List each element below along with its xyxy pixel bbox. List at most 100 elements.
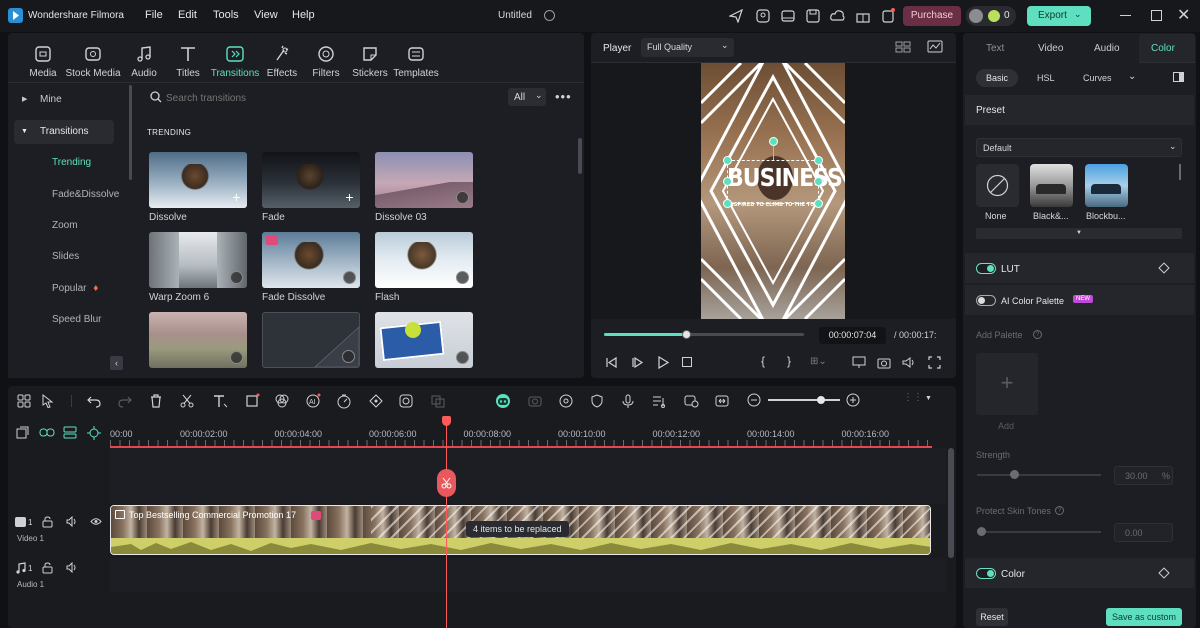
transition-thumb-dissolve[interactable]: + (149, 152, 247, 208)
microphone-icon[interactable] (620, 393, 638, 409)
split-screen-icon[interactable] (430, 393, 448, 409)
menu-view[interactable]: View (254, 9, 278, 21)
transition-thumb-flash[interactable] (375, 232, 473, 288)
sidebar-item-slides[interactable]: Slides (14, 245, 114, 269)
snapshot-icon[interactable] (877, 356, 891, 369)
download-icon[interactable] (456, 191, 469, 204)
help-icon[interactable]: ? (1055, 506, 1064, 515)
menu-tools[interactable]: Tools (213, 9, 239, 21)
sidebar-item-zoom[interactable]: Zoom (14, 214, 114, 238)
purchase-button[interactable]: Purchase (903, 6, 961, 26)
text-tool-icon[interactable] (212, 393, 230, 409)
ai-tool-icon[interactable]: AI (305, 393, 323, 409)
transition-thumb-blur[interactable] (149, 312, 247, 368)
video-track-audio-icon[interactable] (66, 516, 78, 527)
browser-scrollbar[interactable] (578, 138, 582, 174)
layout-grid-icon[interactable] (16, 393, 34, 409)
sidebar-scrollbar[interactable] (129, 85, 132, 180)
download-icon[interactable] (230, 351, 243, 364)
scopes-icon[interactable] (927, 40, 943, 53)
color-match-icon[interactable] (274, 393, 292, 409)
filter-dropdown[interactable]: All ⌄ (508, 88, 546, 106)
prev-frame-icon[interactable] (605, 356, 618, 369)
help-icon[interactable]: ? (1033, 330, 1042, 339)
next-frame-icon[interactable] (631, 356, 644, 369)
ai-copilot-icon[interactable] (494, 393, 512, 409)
gift-icon[interactable] (856, 9, 870, 23)
playhead-line[interactable] (446, 418, 447, 628)
transition-thumb-fade-dissolve[interactable] (262, 232, 360, 288)
view-options-chevron-icon[interactable]: ▼ (925, 395, 932, 402)
protect-skin-slider[interactable] (977, 527, 1101, 536)
scrubber-track[interactable] (604, 330, 804, 339)
restore-icon[interactable] (1151, 10, 1162, 21)
mark-out-icon[interactable]: } (787, 354, 791, 368)
fullscreen-icon[interactable] (928, 356, 941, 369)
tab-templates[interactable]: Templates (387, 44, 445, 79)
transition-thumb-warp-zoom-6[interactable] (149, 232, 247, 288)
account-pill[interactable]: 0 (966, 6, 1016, 26)
rotate-handle[interactable] (769, 137, 778, 146)
strength-slider[interactable] (977, 470, 1101, 479)
quality-dropdown[interactable]: Full Quality ⌄ (641, 38, 734, 57)
subtab-curves[interactable]: Curves (1083, 73, 1112, 83)
download-icon[interactable] (456, 351, 469, 364)
download-icon[interactable] (342, 350, 355, 363)
collapse-sidebar-button[interactable]: ‹ (110, 356, 123, 370)
protect-skin-value-field[interactable]: 0.00 (1114, 523, 1173, 542)
layout-icon[interactable] (781, 9, 795, 23)
protect-skin-slider-knob[interactable] (977, 527, 986, 536)
smart-cutout-icon[interactable] (398, 393, 416, 409)
playhead-handle[interactable] (442, 416, 451, 426)
transition-thumb-photo-flip[interactable] (375, 312, 473, 368)
fit-timeline-icon[interactable] (714, 393, 732, 409)
keyframe-icon[interactable] (368, 393, 386, 409)
subtitle-text[interactable]: INSPIRED TO CLIMB TO THE TOP (727, 202, 819, 208)
menu-file[interactable]: File (145, 9, 163, 21)
view-options-icon[interactable]: ⋮⋮ (903, 392, 923, 403)
preset-none[interactable] (976, 164, 1019, 207)
tab-text[interactable]: Text (986, 43, 1004, 54)
sidebar-item-mine[interactable]: ▶ Mine (14, 88, 114, 112)
redo-icon[interactable] (117, 393, 135, 409)
link-icon[interactable] (39, 427, 55, 438)
add-track-icon[interactable] (16, 426, 30, 439)
transition-thumb-fade[interactable]: + (262, 152, 360, 208)
notification-icon[interactable] (881, 8, 895, 23)
volume-icon[interactable] (902, 356, 916, 369)
crop-icon[interactable] (244, 393, 262, 409)
play-icon[interactable] (657, 356, 669, 369)
subtab-hsl[interactable]: HSL (1037, 73, 1055, 83)
compare-view-icon[interactable] (1173, 72, 1184, 82)
resize-handle-ml[interactable] (723, 177, 732, 186)
preset-black-white[interactable] (1030, 164, 1073, 207)
ai-palette-toggle[interactable] (976, 295, 996, 306)
add-palette-button[interactable]: + (976, 353, 1038, 415)
transition-thumb-page-fold[interactable] (262, 312, 360, 368)
shield-icon[interactable] (589, 393, 607, 409)
tab-video[interactable]: Video (1038, 43, 1063, 54)
resize-handle-tr[interactable] (814, 156, 823, 165)
display-icon[interactable] (852, 356, 866, 369)
grid-view-icon[interactable] (895, 41, 911, 53)
send-icon[interactable] (729, 9, 743, 23)
expand-presets-button[interactable]: ▼ (976, 228, 1182, 239)
insert-options-icon[interactable]: ⊞⌄ (810, 356, 827, 367)
resize-handle-mr[interactable] (814, 177, 823, 186)
minimize-icon[interactable] (1120, 15, 1131, 16)
video-track-visibility-icon[interactable] (90, 517, 102, 526)
sidebar-item-speed-blur[interactable]: Speed Blur (14, 308, 114, 332)
strength-value-field[interactable]: 30.00 % (1114, 466, 1173, 485)
preset-blockbuster[interactable] (1085, 164, 1128, 207)
more-options-icon[interactable]: ••• (555, 89, 572, 104)
select-tool-icon[interactable] (40, 393, 58, 409)
add-icon[interactable]: + (230, 190, 243, 204)
current-time[interactable]: 00:00:07:04 (819, 327, 886, 344)
auto-reframe-icon[interactable] (683, 393, 701, 409)
sidebar-item-trending[interactable]: Trending (14, 151, 114, 175)
preset-scrollbar[interactable] (1179, 164, 1181, 180)
download-icon[interactable] (343, 271, 356, 284)
sidebar-item-fade-dissolve[interactable]: Fade&Dissolve (14, 183, 119, 207)
subtab-basic[interactable]: Basic (976, 69, 1018, 87)
stop-icon[interactable] (682, 357, 692, 367)
